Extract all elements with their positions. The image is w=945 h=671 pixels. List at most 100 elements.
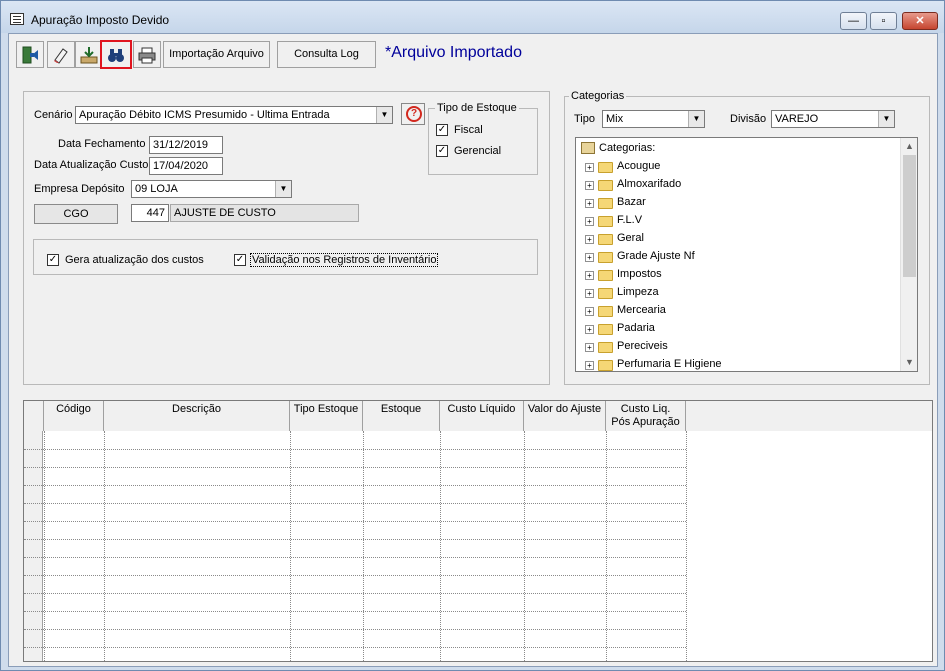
grid-header: Código Descrição Tipo Estoque Estoque Custo … — [24, 401, 932, 431]
folder-icon — [598, 288, 613, 299]
tree-item-label: Perfumaria E Higiene — [617, 358, 722, 370]
expand-icon[interactable]: + — [585, 361, 594, 370]
tree-item[interactable]: + Perfumaria E Higiene — [576, 356, 896, 371]
grid-column-divider — [44, 431, 45, 661]
column-header[interactable]: Código — [44, 401, 104, 431]
scroll-thumb[interactable] — [903, 155, 916, 277]
clear-button[interactable] — [47, 41, 75, 68]
column-header[interactable]: Estoque — [363, 401, 440, 431]
folder-icon — [598, 360, 613, 371]
column-header[interactable]: Custo Liq. Pós Apuração — [606, 401, 686, 431]
gera-atualizacao-label: Gera atualização dos custos — [65, 254, 204, 266]
log-query-button[interactable]: Consulta Log — [277, 41, 376, 68]
tree-scrollbar[interactable]: ▲ ▼ — [900, 138, 917, 371]
column-header[interactable]: Custo Líquido — [440, 401, 524, 431]
print-button[interactable] — [133, 41, 161, 68]
exit-button[interactable] — [16, 41, 44, 68]
tree-item[interactable]: + Acougue — [576, 158, 896, 176]
grid-row-divider — [24, 521, 686, 522]
categorias-tree[interactable]: Categorias: + Acougue + Almoxarifado + Bazar +… — [575, 137, 918, 372]
data-fechamento-label: Data Fechamento — [58, 138, 146, 150]
gera-atualizacao-checkbox[interactable]: ✓ — [47, 254, 59, 266]
tree-item-label: Grade Ajuste Nf — [617, 250, 695, 262]
cgo-description: AJUSTE DE CUSTO — [170, 204, 359, 222]
validacao-label: Validação nos Registros de Inventário — [250, 253, 439, 267]
categorias-title: Categorias — [569, 90, 627, 102]
tipo-estoque-panel: Tipo de Estoque ✓ Fiscal ✓ Gerencial — [428, 102, 538, 175]
expand-icon[interactable]: + — [585, 289, 594, 298]
expand-icon[interactable]: + — [585, 325, 594, 334]
minimize-button[interactable]: — — [840, 12, 867, 30]
tree-item[interactable]: + Grade Ajuste Nf — [576, 248, 896, 266]
fiscal-checkbox[interactable]: ✓ — [436, 124, 448, 136]
expand-icon[interactable]: + — [585, 235, 594, 244]
expand-icon[interactable]: + — [585, 271, 594, 280]
tree-item-label: Acougue — [617, 160, 661, 172]
binoculars-icon — [108, 49, 124, 62]
expand-icon[interactable]: + — [585, 307, 594, 316]
grid-row-divider — [24, 593, 686, 594]
data-atualizacao-label: Data Atualização Custo — [34, 159, 149, 171]
expand-icon[interactable]: + — [585, 253, 594, 262]
grid-column-divider — [440, 431, 441, 661]
column-header[interactable]: Tipo Estoque — [290, 401, 363, 431]
cgo-button[interactable]: CGO — [34, 204, 118, 224]
scroll-down-icon[interactable]: ▼ — [901, 354, 917, 371]
printer-icon — [138, 47, 156, 64]
tree-item[interactable]: + Limpeza — [576, 284, 896, 302]
chevron-down-icon: ▼ — [688, 111, 704, 127]
folder-icon — [598, 342, 613, 353]
grid-row-divider — [24, 539, 686, 540]
save-button[interactable] — [75, 41, 103, 68]
expand-icon[interactable]: + — [585, 217, 594, 226]
data-fechamento-field[interactable]: 31/12/2019 — [149, 136, 223, 154]
column-header[interactable]: Valor do Ajuste — [524, 401, 606, 431]
tree-root-label: Categorias: — [599, 142, 656, 154]
cenario-select[interactable]: Apuração Débito ICMS Presumido - Ultima … — [75, 106, 393, 124]
tree-item[interactable]: + Geral — [576, 230, 896, 248]
cgo-code-field[interactable]: 447 — [131, 204, 169, 222]
tray-download-icon — [80, 47, 98, 64]
folder-icon — [598, 162, 613, 173]
tree-item-label: Pereciveis — [617, 340, 668, 352]
grid-row-divider — [24, 575, 686, 576]
validacao-checkbox[interactable]: ✓ — [234, 254, 246, 266]
tree-item-label: Bazar — [617, 196, 646, 208]
expand-icon[interactable]: + — [585, 343, 594, 352]
cenario-label: Cenário — [34, 109, 73, 121]
grid-row-divider — [24, 485, 686, 486]
help-button[interactable]: ? — [401, 103, 425, 125]
categorias-panel: Categorias Tipo Mix ▼ Divisão VAREJO ▼ C… — [564, 90, 930, 385]
empresa-select[interactable]: 09 LOJA ▼ — [131, 180, 292, 198]
tree-item[interactable]: + Pereciveis — [576, 338, 896, 356]
expand-icon[interactable]: + — [585, 181, 594, 190]
client-area: Importação Arquivo Consulta Log *Arquivo… — [8, 33, 938, 667]
toolbar: Importação Arquivo Consulta Log *Arquivo… — [9, 34, 937, 74]
tree-item[interactable]: + Almoxarifado — [576, 176, 896, 194]
divisao-select[interactable]: VAREJO ▼ — [771, 110, 895, 128]
tree-item[interactable]: + Mercearia — [576, 302, 896, 320]
tree-item[interactable]: + F.L.V — [576, 212, 896, 230]
data-atualizacao-field[interactable]: 17/04/2020 — [149, 157, 223, 175]
close-button[interactable]: ✕ — [902, 12, 938, 30]
empresa-label: Empresa Depósito — [34, 183, 125, 195]
window-form-icon — [10, 13, 24, 25]
tree-root[interactable]: Categorias: — [576, 140, 896, 158]
tree-item[interactable]: + Impostos — [576, 266, 896, 284]
tree-item[interactable]: + Bazar — [576, 194, 896, 212]
gerencial-checkbox[interactable]: ✓ — [436, 145, 448, 157]
tipo-select[interactable]: Mix ▼ — [602, 110, 705, 128]
maximize-button[interactable]: ▫ — [870, 12, 897, 30]
tree-item-label: F.L.V — [617, 214, 643, 226]
scroll-up-icon[interactable]: ▲ — [901, 138, 917, 155]
tree-item[interactable]: + Padaria — [576, 320, 896, 338]
expand-icon[interactable]: + — [585, 199, 594, 208]
results-grid[interactable]: Código Descrição Tipo Estoque Estoque Custo … — [23, 400, 933, 662]
column-header[interactable]: Descrição — [104, 401, 290, 431]
grid-row-divider — [24, 629, 686, 630]
import-file-button[interactable]: Importação Arquivo — [163, 41, 270, 68]
grid-column-divider — [606, 431, 607, 661]
expand-icon[interactable]: + — [585, 163, 594, 172]
search-button[interactable] — [100, 40, 132, 69]
cenario-value: Apuração Débito ICMS Presumido - Ultima … — [79, 109, 330, 121]
